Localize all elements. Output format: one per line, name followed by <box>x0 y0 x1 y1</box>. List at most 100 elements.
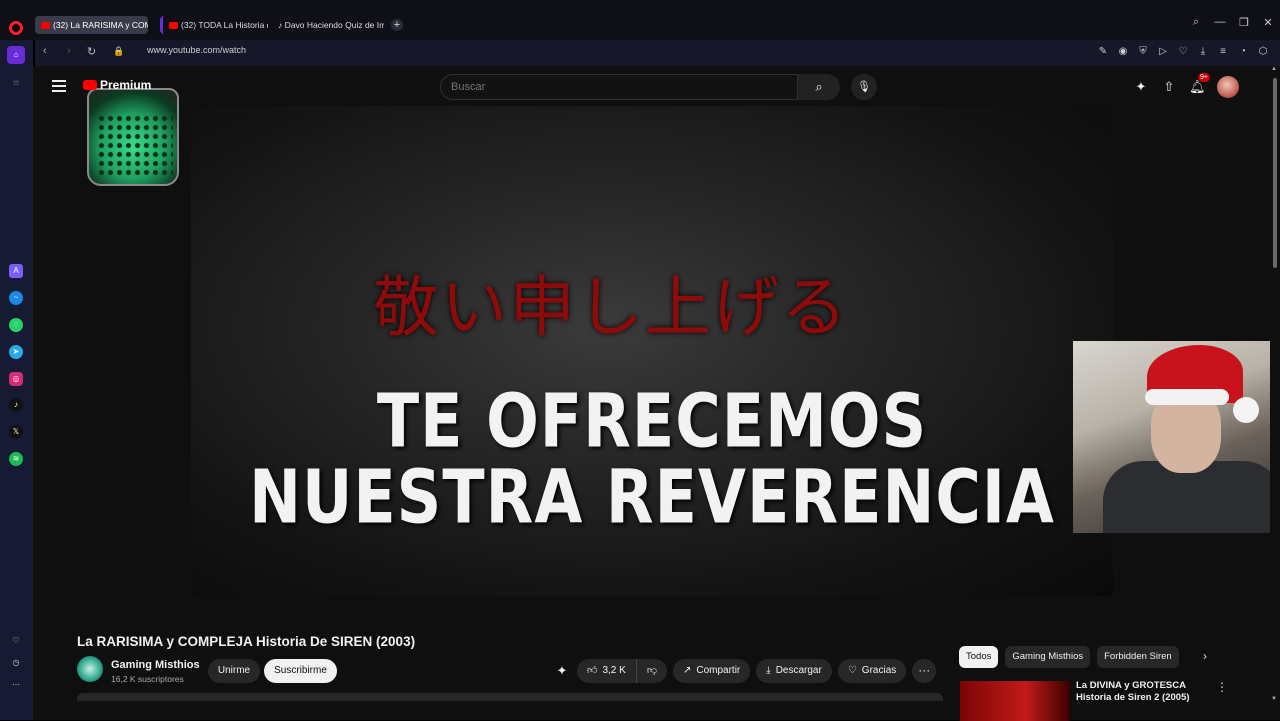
youtube-play-icon <box>83 80 97 90</box>
tab-title: (32) TODA La Historia de Siren <box>181 20 268 30</box>
more-sidebar-icon[interactable]: ⋯ <box>9 678 23 692</box>
history-icon[interactable]: ◷ <box>9 656 23 670</box>
tiktok-icon[interactable]: ♪ <box>9 398 23 412</box>
channel-name[interactable]: Gaming Misthios <box>111 659 200 671</box>
tab-title: Davo Haciendo Quiz de Imagenes <box>284 20 384 30</box>
thanks-heart-icon: ♡ <box>847 665 857 676</box>
like-button[interactable]: 👍︎ 3,2 K <box>577 659 637 683</box>
x-icon[interactable]: 𝕏 <box>9 425 23 439</box>
opera-sidebar: ⌂ ☆ A ~ ◌ ➤ ◎ ♪ 𝕏 ≋ ♡ ◷ ⋯ <box>0 40 33 720</box>
menu-icon[interactable] <box>52 80 66 95</box>
thanks-button[interactable]: ♡ Gracias <box>837 659 907 683</box>
video-player[interactable]: 敬い申し上げる TE OFRECEMOS NUESTRA REVERENCIA <box>191 106 1113 596</box>
restore-button[interactable]: ❐ <box>1232 16 1256 34</box>
chip-forbidden-siren[interactable]: Forbidden Siren <box>1097 646 1179 668</box>
scroll-thumb[interactable] <box>1273 78 1277 268</box>
heart-icon[interactable]: ♡ <box>1176 44 1190 60</box>
recommendation-chips: Todos Gaming Misthios Forbidden Siren <box>959 646 1179 668</box>
scroll-down-icon[interactable]: ▼ <box>1271 696 1277 702</box>
heart-sidebar-icon[interactable]: ♡ <box>9 634 23 648</box>
jar-logo-image <box>87 88 179 186</box>
tab-youtube-toda[interactable]: (32) TODA La Historia de Siren <box>160 16 268 34</box>
youtube-favicon-icon <box>41 22 50 29</box>
lock-icon: 🔒 <box>113 46 125 56</box>
camera-icon[interactable]: ◉ <box>1116 44 1130 60</box>
notifications-badge: 9+ <box>1198 73 1210 82</box>
edit-icon[interactable]: ✎ <box>1096 44 1110 60</box>
header-actions: ✦ ⇧ 🔔︎ 9+ <box>1133 73 1239 98</box>
aria-icon[interactable]: A <box>9 264 23 278</box>
youtube-page: Premium ⌕ 🎙 ✦ ⇧ 🔔︎9+ 敬い申し上げる TE OFRECEMO… <box>33 66 1280 721</box>
youtube-premium-logo[interactable]: Premium <box>83 72 181 186</box>
download-icon[interactable]: ⤓ <box>1196 44 1210 60</box>
video-title: La RARISIMA y COMPLEJA Historia De SIREN… <box>77 634 416 649</box>
download-icon: ⤓ <box>766 665 771 676</box>
thumbs-up-icon: 👍︎ <box>587 665 598 676</box>
cube-icon[interactable]: ⬡ <box>1256 44 1270 60</box>
chip-gaming-misthios[interactable]: Gaming Misthios <box>1005 646 1091 668</box>
notifications-bell-icon[interactable]: 🔔︎ 9+ <box>1189 73 1210 97</box>
extension-icons: ✎ ◉ ⛨ ▷ ♡ ⤓ ≡ ◔ ⬡ <box>1096 44 1270 60</box>
dislike-button[interactable]: 👎︎ <box>636 659 667 683</box>
subscriber-count: 16,2 K suscriptores <box>111 674 184 684</box>
url-field[interactable]: www.youtube.com/watch <box>147 45 246 55</box>
home-icon[interactable]: ⌂ <box>7 46 25 64</box>
gamepad-action-icon[interactable]: ✦ <box>553 659 571 683</box>
like-dislike-group: 👍︎ 3,2 K 👎︎ <box>577 659 667 683</box>
recommendation-more-icon[interactable]: ⋮ <box>1216 680 1228 694</box>
video-jp-text: 敬い申し上げる <box>373 269 849 346</box>
tab-youtube-rarisima[interactable]: (32) La RARISIMA y COMPLEJA <box>35 16 148 34</box>
recommendation-title[interactable]: La DIVINA y GROTESCA Historia de Siren 2… <box>1076 680 1216 704</box>
upload-icon[interactable]: ⇧ <box>1161 77 1177 97</box>
webcam-overlay <box>1073 341 1280 533</box>
search-input[interactable] <box>441 75 797 99</box>
page-scrollbar[interactable]: ▲ ▼ <box>1270 66 1280 720</box>
voice-search-button[interactable]: 🎙 <box>851 74 877 100</box>
join-button[interactable]: Unirme <box>208 659 260 683</box>
star-icon[interactable]: ☆ <box>9 76 23 90</box>
search-button[interactable]: ⌕ <box>798 74 840 100</box>
chip-todos[interactable]: Todos <box>959 646 999 668</box>
browser-tab-bar: (32) La RARISIMA y COMPLEJA (32) TODA La… <box>0 0 1280 40</box>
play-icon[interactable]: ▷ <box>1156 44 1170 60</box>
minimize-button[interactable]: — <box>1208 16 1232 34</box>
video-caption-line1: TE OFRECEMOS <box>376 376 928 465</box>
share-icon: ↗ <box>682 665 692 676</box>
download-button[interactable]: ⤓ Descargar <box>756 659 832 683</box>
address-bar: ‹ › ↻ 🔒 www.youtube.com/watch ✎ ◉ ⛨ ▷ ♡ … <box>35 40 1280 66</box>
window-controls: ⌕ — ❐ ✕ <box>1184 16 1280 34</box>
tiktok-favicon-icon: ♪ <box>278 20 285 30</box>
more-actions-button[interactable]: ··· <box>912 659 937 683</box>
new-tab-button[interactable]: + <box>391 19 403 31</box>
back-icon[interactable]: ‹ <box>43 45 47 57</box>
telegram-icon[interactable]: ➤ <box>9 345 23 359</box>
subscribe-button[interactable]: Suscribirme <box>264 659 337 683</box>
tab-search-icon[interactable]: ⌕ <box>1184 16 1208 34</box>
video-actions: ✦ 👍︎ 3,2 K 👎︎ ↗ Compartir ⤓ Descargar ♡ Grac… <box>553 659 937 683</box>
youtube-favicon-icon <box>169 22 178 29</box>
description-box[interactable] <box>77 693 943 701</box>
opera-logo-icon[interactable] <box>9 21 23 35</box>
tab-title: (32) La RARISIMA y COMPLEJA <box>53 20 148 30</box>
account-avatar[interactable] <box>1217 76 1239 98</box>
shield-icon[interactable]: ⛨ <box>1136 44 1150 60</box>
share-button[interactable]: ↗ Compartir <box>672 659 751 683</box>
scroll-up-icon[interactable]: ▲ <box>1271 66 1277 72</box>
whatsapp-icon[interactable]: ◌ <box>9 318 23 332</box>
tab-tiktok-davo[interactable]: ♪ Davo Haciendo Quiz de Imagenes <box>272 16 384 34</box>
profile-icon[interactable]: ◔ <box>1236 44 1250 60</box>
reload-icon[interactable]: ↻ <box>87 45 96 58</box>
video-caption-line2: NUESTRA REVERENCIA <box>249 452 1055 541</box>
close-button[interactable]: ✕ <box>1256 16 1280 34</box>
search-box <box>440 74 798 100</box>
recommendation-thumbnail[interactable] <box>960 681 1070 721</box>
premium-label: Premium <box>83 78 151 92</box>
forward-icon[interactable]: › <box>67 45 71 57</box>
gamepad-icon[interactable]: ✦ <box>1133 77 1149 97</box>
messenger-icon[interactable]: ~ <box>9 291 23 305</box>
spotify-icon[interactable]: ≋ <box>9 452 23 466</box>
list-icon[interactable]: ≡ <box>1216 44 1230 60</box>
chevron-right-icon[interactable]: › <box>1203 649 1207 663</box>
channel-avatar[interactable] <box>77 656 103 682</box>
instagram-icon[interactable]: ◎ <box>9 372 23 386</box>
